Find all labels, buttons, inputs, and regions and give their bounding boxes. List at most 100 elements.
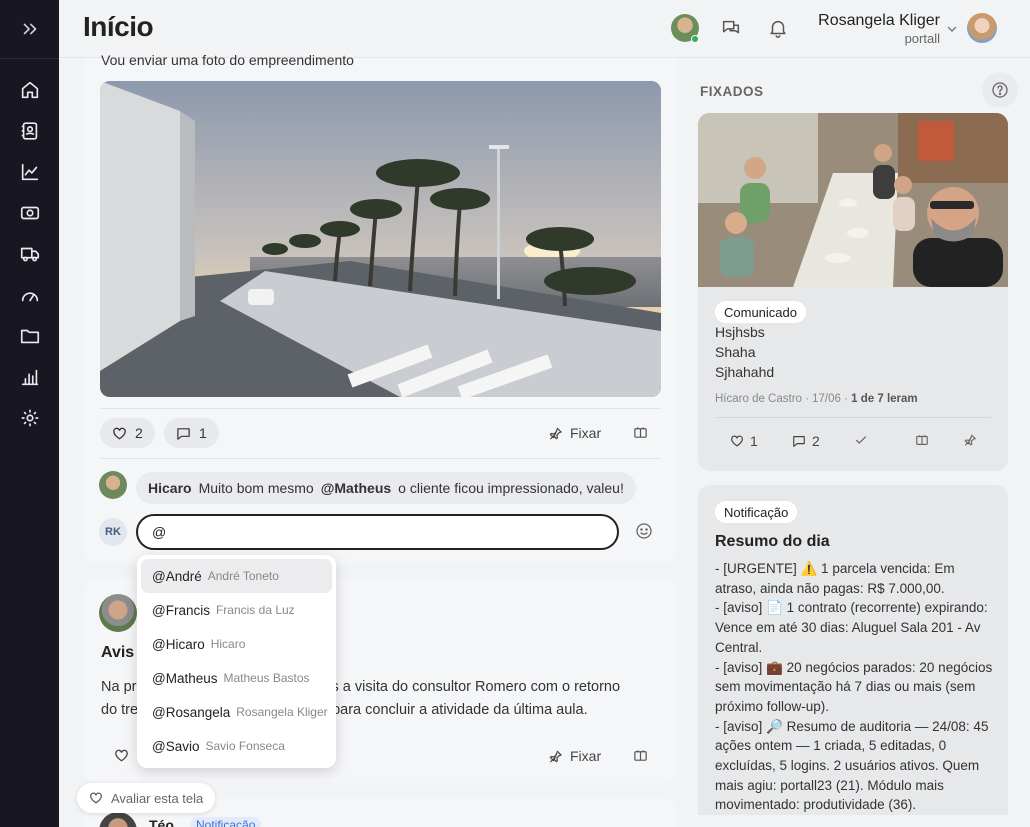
pinned-line: Sjhahahd [715, 364, 775, 380]
pinned-line: Shaha [715, 344, 756, 360]
heart-icon [90, 792, 102, 804]
bar-chart-icon[interactable] [19, 366, 41, 388]
mention-name: André Toneto [207, 569, 279, 583]
mention-name: Hicaro [210, 637, 246, 651]
comment-count: 1 [199, 425, 207, 441]
pin-label: Fixar [570, 425, 602, 441]
pinned-author-date: Hícaro de Castro · 17/06 · [715, 393, 848, 405]
mention-handle: @Hicaro [152, 636, 205, 652]
pin-icon [549, 426, 562, 440]
comment-author[interactable]: Hicaro [148, 480, 192, 496]
like-count: 2 [135, 425, 143, 441]
pinned-section-title: FIXADOS [700, 84, 764, 99]
current-user-avatar: RK [99, 518, 127, 546]
notification-item: - [aviso] 🔎 Resumo de auditoria — 24/08:… [715, 718, 989, 813]
post-text: Vou enviar uma foto do empreendimento [101, 52, 354, 68]
like-button[interactable]: 1 [730, 433, 758, 449]
mention-option[interactable]: @Francis Francis da Luz [141, 593, 332, 627]
mention-option[interactable]: @Matheus Matheus Bastos [141, 661, 332, 695]
pin-icon[interactable] [963, 433, 977, 447]
post-author[interactable]: Téo [149, 817, 174, 827]
heart-icon [731, 435, 743, 447]
divider [715, 417, 991, 418]
truck-icon[interactable] [19, 243, 41, 265]
post-image[interactable] [100, 81, 661, 397]
user-name[interactable]: Rosangela Kliger [818, 12, 940, 30]
notification-item: - [URGENTE] ⚠️ 1 parcela vencida: Em atr… [715, 561, 955, 596]
rate-screen-button[interactable]: Avaliar esta tela [77, 783, 216, 813]
mention-name: Rosangela Kliger [236, 705, 328, 719]
double-chevron-right-icon[interactable] [19, 18, 41, 40]
pinned-line: Hsjhsbs [715, 324, 765, 340]
mention-handle: @Rosangela [152, 704, 231, 720]
mention-dropdown: @André André Toneto @Francis Francis da … [137, 555, 336, 768]
notification-item: - [aviso] 💼 20 negócios parados: 20 negó… [715, 659, 993, 714]
question-icon [992, 82, 1008, 98]
user-avatar[interactable] [967, 13, 997, 43]
pinned-post-image [698, 113, 1008, 287]
share-icon[interactable] [633, 425, 648, 440]
comment: Hicaro Muito bom mesmo @Matheus o client… [136, 472, 636, 504]
mention-option[interactable]: @André André Toneto [141, 559, 332, 593]
mention-option[interactable]: @Rosangela Rosangela Kliger [141, 695, 332, 729]
chat-icon[interactable] [720, 17, 742, 39]
heart-icon [113, 427, 126, 439]
mention-option[interactable]: @Hicaro Hicaro [141, 627, 332, 661]
comment-mention[interactable]: @Matheus [321, 480, 391, 496]
feed-post: Vou enviar uma foto do empreendimento 2 … [84, 52, 677, 563]
like-button[interactable]: 2 [100, 418, 155, 448]
chevron-down-icon[interactable] [946, 22, 958, 34]
comment-count: 2 [812, 433, 820, 449]
pinned-post-text: Hsjhsbs Shaha Sjhahahd [715, 322, 774, 382]
notification-title: Resumo do dia [715, 533, 830, 550]
mention-option[interactable]: @Savio Savio Fonseca [141, 729, 332, 763]
mention-handle: @Matheus [152, 670, 218, 686]
comment-icon [793, 436, 805, 447]
mention-name: Francis da Luz [215, 603, 295, 617]
like-count: 1 [750, 433, 758, 449]
smile-icon[interactable] [635, 522, 653, 540]
mention-handle: @André [152, 568, 202, 584]
gauge-icon[interactable] [19, 284, 41, 306]
heart-icon[interactable] [114, 748, 129, 763]
comment-icon [177, 427, 190, 440]
notification-card[interactable]: Notificação Resumo do dia - [URGENTE] ⚠️… [698, 485, 1008, 815]
post-body-fragment: os a visita do consultor Romero com o re… [323, 679, 621, 695]
share-icon[interactable] [915, 433, 929, 447]
mention-handle: @Savio [152, 738, 200, 754]
rate-screen-label: Avaliar esta tela [111, 790, 204, 806]
notification-badge: Notificação [715, 501, 798, 523]
post-body-fragment: Na pr [101, 679, 137, 695]
money-icon[interactable] [19, 202, 41, 224]
line-chart-icon[interactable] [19, 161, 41, 183]
pin-icon [549, 749, 562, 763]
read-count[interactable]: 1 de 7 leram [851, 393, 917, 405]
page-title: Início [83, 11, 154, 42]
home-icon[interactable] [19, 79, 41, 101]
comment-button[interactable]: 2 [792, 433, 820, 449]
pin-button[interactable]: Fixar [548, 748, 601, 764]
post-body-fragment: do tre [101, 702, 139, 718]
folder-icon[interactable] [19, 325, 41, 347]
author-avatar [99, 594, 137, 632]
pin-button[interactable]: Fixar [548, 425, 601, 441]
pin-label: Fixar [570, 748, 602, 764]
pinned-post-meta: Hícaro de Castro · 17/06 · 1 de 7 leram [715, 393, 918, 405]
pinned-post-card[interactable]: Comunicado Hsjhsbs Shaha Sjhahahd Hícaro… [698, 113, 1008, 471]
share-icon[interactable] [633, 748, 648, 763]
user-company: portall [904, 31, 940, 46]
sidebar-divider [0, 58, 59, 59]
check-icon[interactable] [854, 433, 868, 447]
post-title: Avis [101, 644, 135, 661]
comment-button[interactable]: 1 [164, 418, 219, 448]
comment-input[interactable] [136, 514, 619, 550]
top-header: Início Rosangela Kliger portall [59, 0, 1030, 58]
bell-icon[interactable] [767, 17, 789, 39]
help-button[interactable] [982, 72, 1018, 108]
notification-body: - [URGENTE] ⚠️ 1 parcela vencida: Em atr… [715, 559, 997, 815]
contact-book-icon[interactable] [19, 120, 41, 142]
post-badge: Notificação [190, 817, 262, 827]
online-status-dot [691, 35, 699, 43]
gear-icon[interactable] [19, 407, 41, 429]
divider [100, 408, 661, 409]
